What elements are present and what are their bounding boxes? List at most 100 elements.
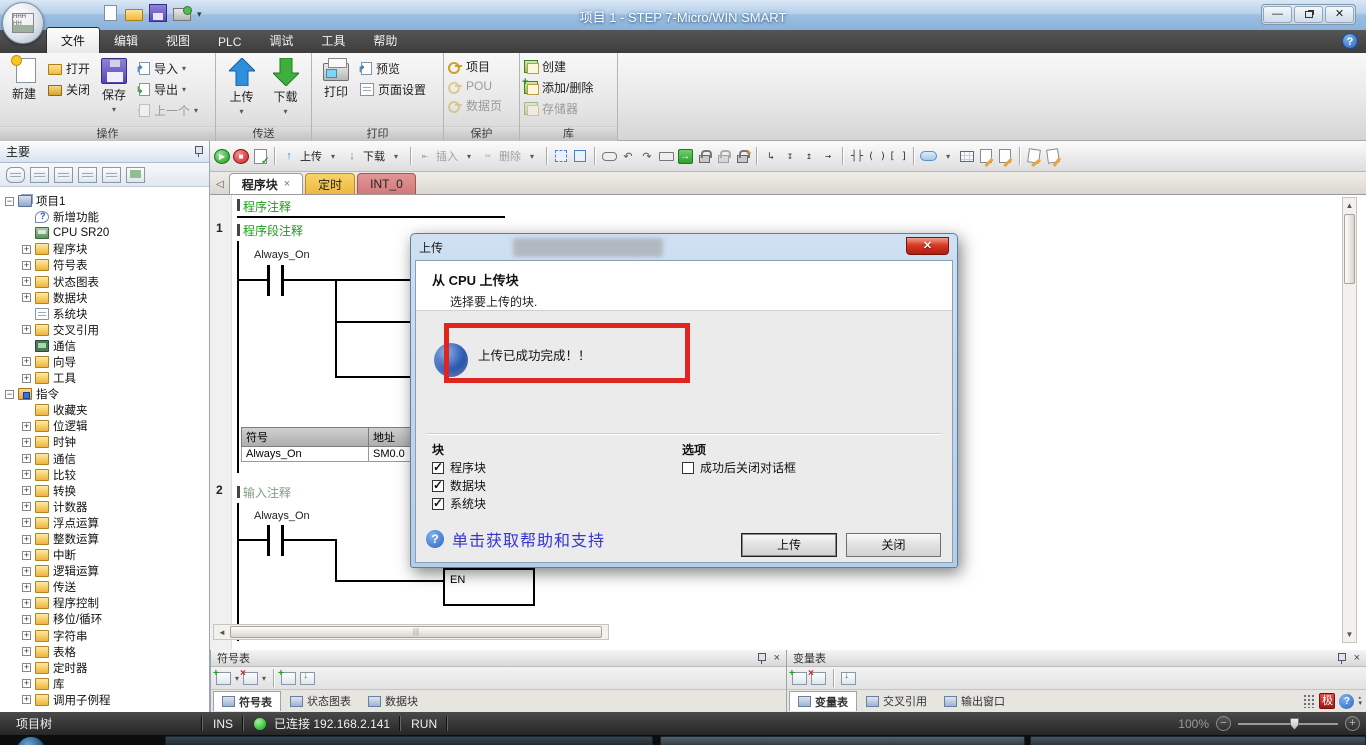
start-orb[interactable] [16, 736, 46, 745]
new-button[interactable]: 新建 [4, 56, 44, 126]
communication-icon[interactable] [126, 167, 145, 183]
contact-icon[interactable]: ┤├ [849, 147, 865, 165]
tab-int0[interactable]: INT_0 [357, 173, 416, 194]
tree-item-bit-logic[interactable]: +位逻辑 [2, 418, 209, 434]
undo-icon[interactable]: ↶ [620, 147, 636, 165]
address-cell[interactable]: SM0.0 [368, 447, 415, 462]
edit-symbols-icon[interactable] [980, 149, 992, 163]
expand-icon[interactable]: + [22, 599, 31, 608]
tree-item-data-block[interactable]: +数据块 [2, 290, 209, 306]
tab-cross-reference[interactable]: 交叉引用 [858, 691, 935, 711]
tab-data-block[interactable]: 数据块 [360, 691, 426, 711]
taskbar-window-button[interactable] [1030, 736, 1366, 745]
close-panel-icon[interactable]: × [1354, 652, 1360, 664]
tree-item-logic-ops[interactable]: +逻辑运算 [2, 563, 209, 579]
tree-item-call-subroutine[interactable]: +调用子例程 [2, 692, 209, 708]
unlock-icon[interactable] [718, 155, 729, 163]
expand-icon[interactable]: + [22, 583, 31, 592]
expand-icon[interactable]: + [22, 325, 31, 334]
horizontal-scrollbar[interactable]: ◄ [213, 624, 609, 640]
close-button[interactable]: 关闭 [846, 533, 941, 557]
tab-close-icon[interactable]: × [284, 178, 290, 190]
tree-item-table[interactable]: +表格 [2, 644, 209, 660]
bookmark-next-icon[interactable] [1046, 148, 1060, 164]
import-icon[interactable] [841, 672, 856, 685]
tree-item-timer[interactable]: +定时器 [2, 660, 209, 676]
cross-reference-icon[interactable] [102, 167, 121, 183]
tree-item-instructions[interactable]: −指令 [2, 386, 209, 402]
zoom-slider[interactable] [1238, 723, 1338, 725]
branch-merge-icon[interactable]: ↧ [782, 147, 798, 165]
expand-icon[interactable]: + [22, 615, 31, 624]
tree-item-float-math[interactable]: +浮点运算 [2, 515, 209, 531]
help-link-row[interactable]: ? 单击获取帮助和支持 [426, 527, 605, 551]
minimize-button[interactable]: — [1263, 6, 1292, 23]
save-button[interactable]: 保存▾ [94, 56, 134, 126]
close-button[interactable]: 关闭 [48, 81, 90, 98]
expand-icon[interactable]: + [22, 454, 31, 463]
app-menu-orb[interactable]: HHHHH [2, 2, 44, 44]
expand-icon[interactable]: + [22, 357, 31, 366]
symbol-table-toolbar-icon[interactable] [960, 151, 974, 162]
delete-row-icon[interactable] [811, 672, 826, 685]
box-icon[interactable]: [ ] [889, 147, 907, 165]
tree-item-cpu-sr20[interactable]: CPU SR20 [2, 225, 209, 241]
tree-item-compare[interactable]: +比较 [2, 467, 209, 483]
tree-item-system-block[interactable]: 系统块 [2, 306, 209, 322]
menu-debug[interactable]: 调试 [255, 28, 307, 53]
dialog-close-button[interactable]: ✕ [906, 237, 949, 255]
zoom-slider-thumb[interactable] [1290, 718, 1299, 730]
save-dropdown-icon[interactable]: ▾ [112, 105, 116, 114]
checkbox[interactable] [432, 498, 444, 510]
tree-item-project1[interactable]: −项目1 [2, 193, 209, 209]
tree-item-integer-math[interactable]: +整数运算 [2, 531, 209, 547]
download-toolbar-label[interactable]: 下载 [363, 147, 385, 165]
zoom-in-button[interactable]: + [1345, 716, 1360, 731]
tree-item-communication[interactable]: 通信 [2, 338, 209, 354]
expand-icon[interactable]: + [22, 518, 31, 527]
collapse-icon[interactable]: − [5, 390, 14, 399]
status-chart-icon[interactable] [30, 167, 49, 183]
scroll-up-icon[interactable]: ▲ [1343, 198, 1356, 213]
help-icon[interactable]: ? [1342, 33, 1358, 49]
library-create-button[interactable]: 创建 [524, 58, 593, 75]
data-page-icon[interactable] [54, 167, 73, 183]
export-button[interactable]: 导出▾ [138, 81, 198, 98]
page-setup-button[interactable]: 页面设置 [360, 81, 426, 98]
scroll-left-icon[interactable]: ◄ [214, 625, 230, 639]
expand-icon[interactable]: + [22, 422, 31, 431]
add-row-icon[interactable] [792, 672, 807, 685]
tree-item-library[interactable]: +库 [2, 676, 209, 692]
tab-status-chart[interactable]: 状态图表 [282, 691, 359, 711]
print-button[interactable]: 打印 [316, 56, 356, 126]
upload-button[interactable]: 上传▾ [222, 56, 262, 126]
compile-icon[interactable] [254, 149, 267, 164]
tree-item-status-chart[interactable]: +状态图表 [2, 273, 209, 289]
protect-pou-button[interactable]: POU [448, 79, 502, 93]
library-memory-button[interactable]: 存储器 [524, 100, 593, 117]
bookmark-icon[interactable] [1027, 148, 1041, 164]
expand-icon[interactable]: + [22, 663, 31, 672]
expand-icon[interactable]: + [22, 631, 31, 640]
checkbox[interactable] [432, 480, 444, 492]
tab-program-block[interactable]: 程序块× [229, 173, 303, 194]
go-online-icon[interactable]: → [678, 149, 693, 164]
tree-item-communication-instr[interactable]: +通信 [2, 451, 209, 467]
protect-data-page-button[interactable]: 数据页 [448, 97, 502, 114]
checkbox[interactable] [682, 462, 694, 474]
upload-toolbar-label[interactable]: 上传 [300, 147, 322, 165]
expand-icon[interactable]: + [22, 245, 31, 254]
coil-icon[interactable]: ( ) [868, 147, 886, 165]
scrollbar-thumb[interactable] [230, 626, 602, 638]
import-button[interactable]: 导入▾ [138, 60, 198, 77]
select-all-icon[interactable] [574, 150, 586, 162]
upload-dropdown-icon[interactable]: ▾ [325, 147, 341, 165]
expand-icon[interactable]: + [22, 567, 31, 576]
expand-icon[interactable]: + [22, 470, 31, 479]
contact-operand[interactable]: Always_On [254, 249, 310, 261]
insert-icon[interactable]: ⇤ [417, 147, 433, 165]
dropdown-icon[interactable]: ▾ [262, 674, 266, 683]
expand-icon[interactable]: + [22, 647, 31, 656]
tree-item-shift-rotate[interactable]: +移位/循环 [2, 611, 209, 627]
library-add-remove-button[interactable]: 添加/删除 [524, 79, 593, 96]
